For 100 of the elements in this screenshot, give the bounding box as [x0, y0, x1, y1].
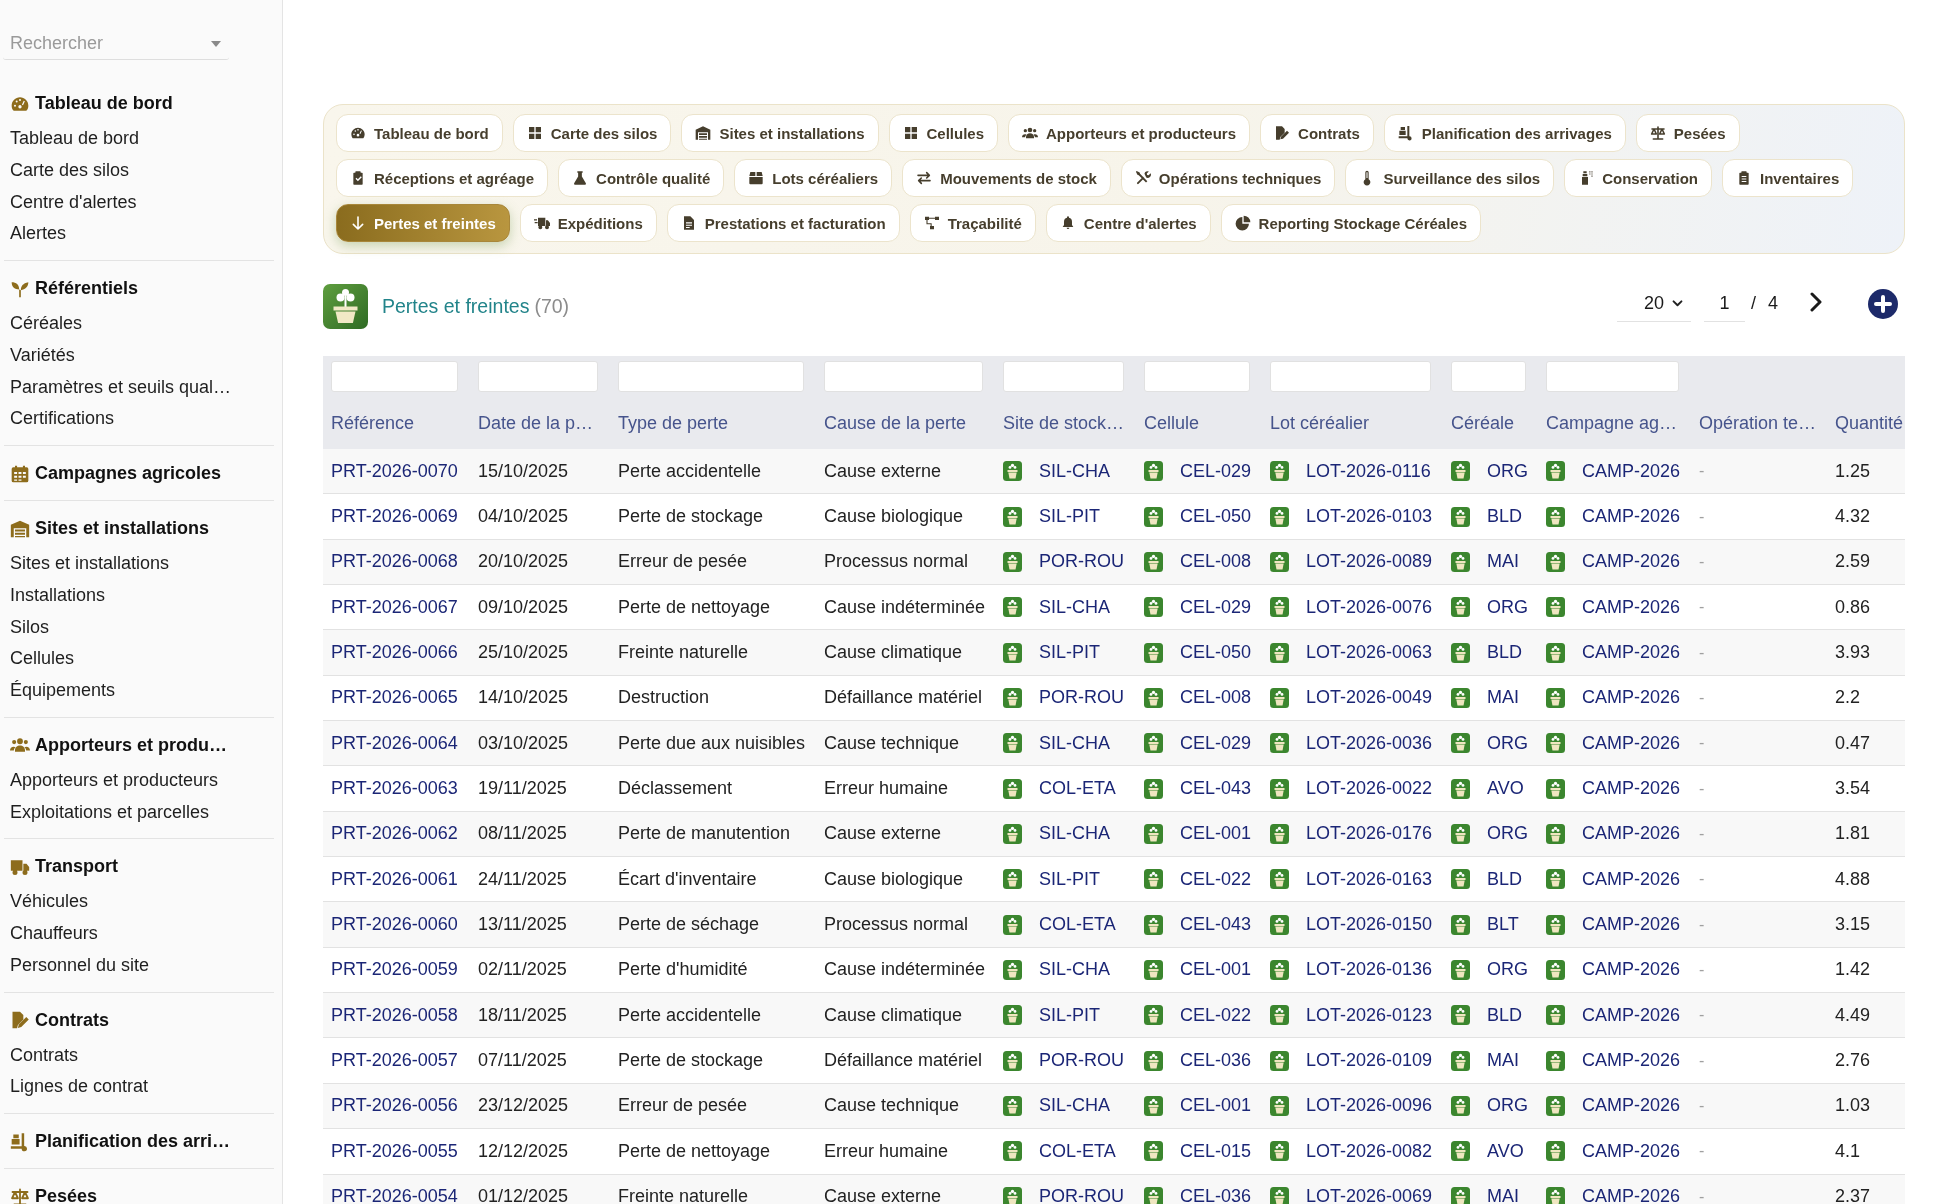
module-tab[interactable]: Expéditions: [519, 204, 657, 242]
silo-cell-link[interactable]: CEL-029: [1180, 460, 1252, 482]
silo-cell-link[interactable]: CEL-050: [1180, 642, 1252, 664]
lot-link[interactable]: LOT-2026-0036: [1306, 732, 1433, 754]
reference-link[interactable]: PRT-2026-0067: [331, 596, 458, 618]
campaign-link[interactable]: CAMP-2026: [1582, 914, 1681, 936]
site-link[interactable]: SIL-CHA: [1039, 596, 1110, 618]
silo-cell-link[interactable]: CEL-008: [1180, 687, 1252, 709]
filter-field[interactable]: [331, 361, 458, 392]
lot-link[interactable]: LOT-2026-0082: [1306, 1140, 1433, 1162]
site-link[interactable]: POR-ROU: [1039, 1050, 1124, 1072]
module-tab[interactable]: Pertes et freintes: [336, 204, 510, 242]
sidebar-item[interactable]: Équipements: [10, 675, 274, 707]
module-tab[interactable]: Conservation: [1564, 159, 1712, 197]
page-size-select[interactable]: 20: [1616, 285, 1691, 322]
sidebar-item[interactable]: Paramètres et seuils qual…: [10, 371, 274, 404]
reference-link[interactable]: PRT-2026-0060: [331, 914, 458, 936]
module-tab[interactable]: Inventaires: [1722, 159, 1854, 197]
column-header[interactable]: Opération te…: [1699, 412, 1817, 434]
site-link[interactable]: SIL-PIT: [1039, 868, 1100, 890]
page-input[interactable]: 1: [1703, 285, 1745, 322]
cereal-link[interactable]: ORG: [1487, 823, 1528, 845]
column-header[interactable]: Quantité: [1835, 412, 1904, 434]
reference-link[interactable]: PRT-2026-0064: [331, 732, 458, 754]
module-tab[interactable]: Contrôle qualité: [558, 159, 725, 197]
module-tab[interactable]: Prestations et facturation: [666, 204, 900, 242]
site-link[interactable]: SIL-CHA: [1039, 823, 1110, 845]
column-header[interactable]: Site de stock…: [1003, 412, 1125, 434]
silo-cell-link[interactable]: CEL-015: [1180, 1140, 1252, 1162]
cereal-link[interactable]: BLD: [1487, 868, 1522, 890]
silo-cell-link[interactable]: CEL-043: [1180, 914, 1252, 936]
reference-link[interactable]: PRT-2026-0055: [331, 1140, 458, 1162]
campaign-link[interactable]: CAMP-2026: [1582, 868, 1681, 890]
site-link[interactable]: SIL-CHA: [1039, 1095, 1110, 1117]
silo-cell-link[interactable]: CEL-022: [1180, 868, 1252, 890]
module-tab[interactable]: Réceptions et agréage: [336, 159, 549, 197]
module-tab[interactable]: Planification des arrivages: [1383, 114, 1626, 152]
site-link[interactable]: POR-ROU: [1039, 687, 1124, 709]
site-link[interactable]: SIL-PIT: [1039, 1004, 1100, 1026]
sidebar-section-title[interactable]: Contrats: [35, 1009, 109, 1031]
module-tab[interactable]: Contrats: [1260, 114, 1374, 152]
add-button[interactable]: [1868, 288, 1898, 319]
lot-link[interactable]: LOT-2026-0176: [1306, 823, 1433, 845]
sidebar-item[interactable]: Cellules: [10, 643, 274, 675]
sidebar-section-title[interactable]: Apporteurs et produ…: [35, 734, 227, 756]
silo-cell-link[interactable]: CEL-029: [1180, 596, 1252, 618]
cereal-link[interactable]: BLT: [1487, 914, 1519, 936]
sidebar-item[interactable]: Lignes de contrat: [10, 1071, 274, 1103]
sidebar-item[interactable]: Sites et installations: [10, 548, 274, 580]
site-link[interactable]: POR-ROU: [1039, 551, 1124, 573]
campaign-link[interactable]: CAMP-2026: [1582, 642, 1681, 664]
column-header[interactable]: Référence: [331, 412, 415, 434]
site-link[interactable]: SIL-CHA: [1039, 460, 1110, 482]
sidebar-section-title[interactable]: Sites et installations: [35, 518, 210, 539]
filter-field[interactable]: [1270, 361, 1431, 392]
module-tab[interactable]: Opérations techniques: [1120, 159, 1336, 197]
lot-link[interactable]: LOT-2026-0076: [1306, 596, 1433, 618]
sidebar-item[interactable]: Personnel du site: [10, 949, 274, 982]
filter-field[interactable]: [1451, 361, 1526, 392]
sidebar-item[interactable]: Installations: [10, 579, 274, 612]
module-tab[interactable]: Surveillance des silos: [1345, 159, 1555, 197]
module-tab[interactable]: Apporteurs et producteurs: [1008, 114, 1251, 152]
cereal-link[interactable]: MAI: [1487, 687, 1519, 709]
caret-down-icon[interactable]: [211, 41, 221, 47]
module-tab[interactable]: Sites et installations: [681, 114, 879, 152]
silo-cell-link[interactable]: CEL-022: [1180, 1004, 1252, 1026]
sidebar-section-title[interactable]: Pesées: [35, 1186, 98, 1204]
module-tab[interactable]: Traçabilité: [909, 204, 1036, 242]
lot-link[interactable]: LOT-2026-0049: [1306, 687, 1433, 709]
site-link[interactable]: SIL-CHA: [1039, 959, 1110, 981]
filter-field[interactable]: [478, 361, 598, 392]
campaign-link[interactable]: CAMP-2026: [1582, 732, 1681, 754]
silo-cell-link[interactable]: CEL-029: [1180, 732, 1252, 754]
sidebar-item[interactable]: Céréales: [10, 308, 274, 340]
sidebar-section-title[interactable]: Référentiels: [35, 278, 139, 299]
next-page-button[interactable]: [1810, 291, 1822, 312]
module-tab[interactable]: Mouvements de stock: [902, 159, 1111, 197]
search-field[interactable]: Rechercher: [3, 28, 229, 60]
sidebar-section-title[interactable]: Campagnes agricoles: [35, 463, 222, 484]
reference-link[interactable]: PRT-2026-0070: [331, 460, 458, 482]
column-header[interactable]: Date de la p…: [478, 412, 594, 434]
cereal-link[interactable]: MAI: [1487, 1050, 1519, 1072]
lot-link[interactable]: LOT-2026-0136: [1306, 959, 1433, 981]
lot-link[interactable]: LOT-2026-0089: [1306, 551, 1433, 573]
sidebar-item[interactable]: Centre d'alertes: [10, 186, 274, 219]
sidebar-item[interactable]: Certifications: [10, 403, 274, 435]
campaign-link[interactable]: CAMP-2026: [1582, 778, 1681, 800]
campaign-link[interactable]: CAMP-2026: [1582, 1140, 1681, 1162]
sidebar-item[interactable]: Contrats: [10, 1039, 274, 1072]
lot-link[interactable]: LOT-2026-0123: [1306, 1004, 1433, 1026]
reference-link[interactable]: PRT-2026-0061: [331, 868, 458, 890]
silo-cell-link[interactable]: CEL-008: [1180, 551, 1252, 573]
lot-link[interactable]: LOT-2026-0063: [1306, 642, 1433, 664]
sidebar-item[interactable]: Silos: [10, 611, 274, 644]
reference-link[interactable]: PRT-2026-0059: [331, 959, 458, 981]
filter-field[interactable]: [1003, 361, 1124, 392]
module-tab[interactable]: Lots céréaliers: [734, 159, 893, 197]
module-tab[interactable]: Centre d'alertes: [1045, 204, 1211, 242]
cereal-link[interactable]: AVO: [1487, 1140, 1524, 1162]
cereal-link[interactable]: AVO: [1487, 778, 1524, 800]
